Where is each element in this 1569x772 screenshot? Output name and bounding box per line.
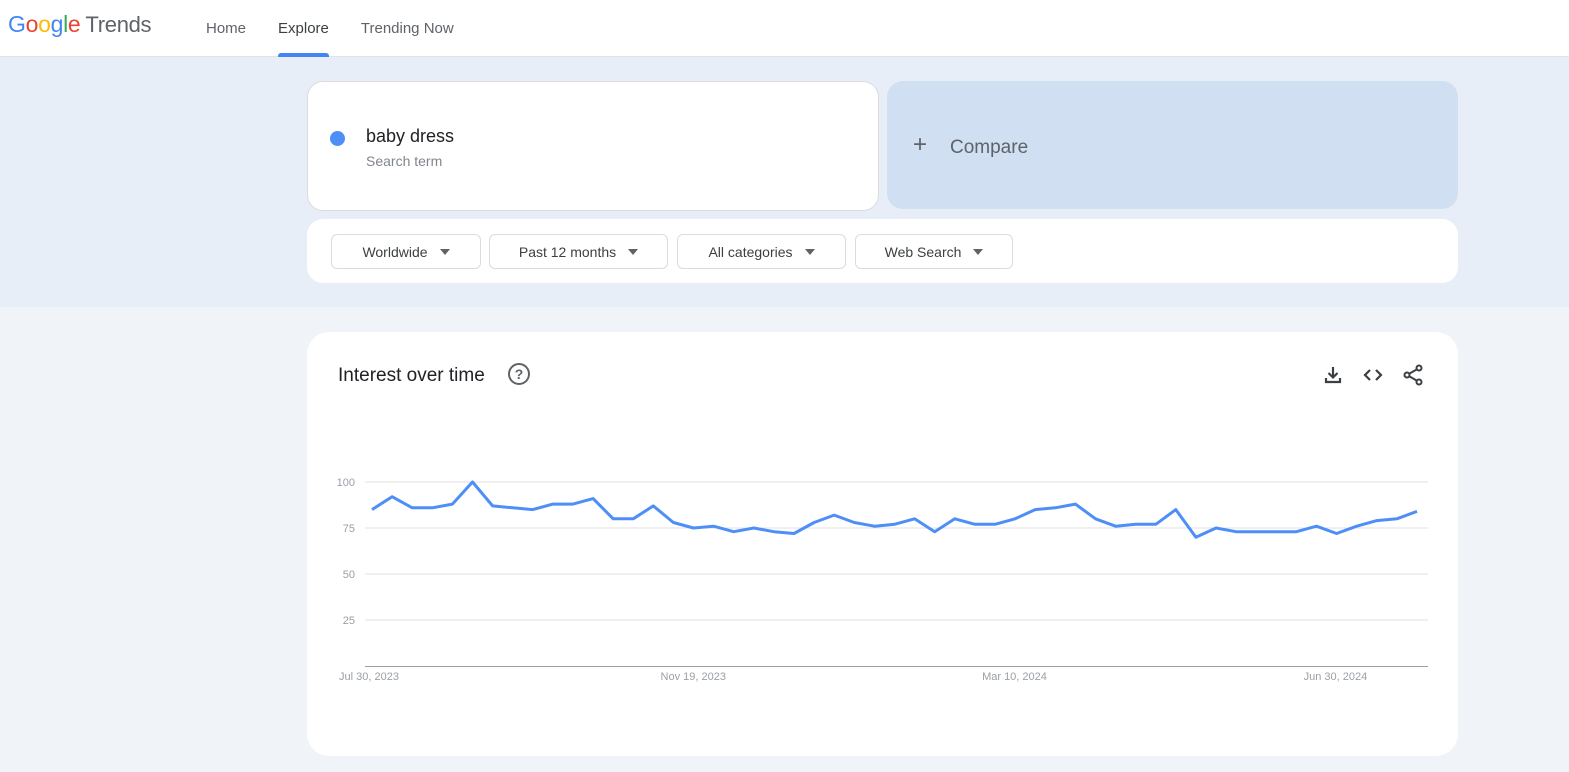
- search-term-value[interactable]: baby dress: [366, 126, 454, 147]
- logo-letter: e: [67, 11, 81, 37]
- data-point[interactable]: [366, 504, 378, 516]
- data-point[interactable]: [1371, 515, 1383, 527]
- data-point[interactable]: [587, 493, 599, 505]
- main-nav: Home Explore Trending Now: [190, 0, 470, 57]
- google-trends-logo[interactable]: Google Trends: [8, 11, 152, 38]
- data-point[interactable]: [1351, 520, 1363, 532]
- y-tick-label: 50: [343, 569, 355, 581]
- filter-bar: Worldwide Past 12 months All categories …: [307, 219, 1458, 283]
- dropdown-arrow-icon: [804, 248, 815, 255]
- y-tick-label: 100: [337, 477, 355, 489]
- data-point[interactable]: [848, 516, 860, 528]
- data-point[interactable]: [748, 522, 760, 534]
- data-point[interactable]: [1411, 505, 1423, 517]
- data-point[interactable]: [688, 522, 700, 534]
- y-tick-label: 25: [343, 615, 355, 627]
- logo-letter: o: [25, 11, 39, 37]
- data-point[interactable]: [708, 520, 720, 532]
- term-color-dot: [330, 131, 345, 146]
- data-point[interactable]: [1029, 504, 1041, 516]
- x-tick-label: Mar 10, 2024: [982, 671, 1047, 683]
- data-point[interactable]: [969, 518, 981, 530]
- data-point[interactable]: [808, 516, 820, 528]
- filter-location-label: Worldwide: [362, 243, 428, 260]
- interest-over-time-card: Interest over time ? 25 50 75 100 Jul 30, 2…: [307, 332, 1458, 756]
- filter-time-range[interactable]: Past 12 months: [489, 234, 668, 269]
- filter-search-type-label: Web Search: [884, 243, 962, 260]
- data-point[interactable]: [1170, 504, 1182, 516]
- filter-search-type[interactable]: Web Search: [855, 234, 1013, 269]
- data-point[interactable]: [728, 526, 740, 538]
- search-term-card[interactable]: baby dress Search term: [307, 81, 879, 211]
- logo-product-name: Trends: [85, 12, 152, 37]
- data-point[interactable]: [768, 526, 780, 538]
- data-point[interactable]: [1331, 528, 1343, 540]
- logo-letter: o: [38, 11, 51, 37]
- data-point[interactable]: [1250, 526, 1262, 538]
- data-point[interactable]: [949, 513, 961, 525]
- data-point[interactable]: [627, 513, 639, 525]
- data-point[interactable]: [647, 500, 659, 512]
- data-point[interactable]: [1110, 520, 1122, 532]
- data-point[interactable]: [426, 502, 438, 514]
- data-point[interactable]: [607, 513, 619, 525]
- x-tick-label: Jun 30, 2024: [1304, 671, 1368, 683]
- data-point[interactable]: [1311, 520, 1323, 532]
- search-term-type: Search term: [366, 153, 443, 169]
- nav-explore[interactable]: Explore: [262, 0, 345, 57]
- interest-line-chart: 25 50 75 100 Jul 30, 2023 Nov 19, 2023 Mar 10…: [337, 476, 1428, 683]
- data-point[interactable]: [406, 502, 418, 514]
- x-tick-label: Nov 19, 2023: [661, 671, 726, 683]
- data-point[interactable]: [507, 502, 519, 514]
- data-point[interactable]: [386, 491, 398, 503]
- data-point[interactable]: [1009, 513, 1021, 525]
- compare-label: Compare: [950, 137, 1029, 158]
- data-point[interactable]: [788, 528, 800, 540]
- y-tick-label: 75: [343, 523, 355, 535]
- data-point[interactable]: [1190, 531, 1202, 543]
- data-point[interactable]: [446, 498, 458, 510]
- data-point[interactable]: [1049, 502, 1061, 514]
- data-point[interactable]: [1270, 526, 1282, 538]
- data-point[interactable]: [828, 509, 840, 521]
- data-point[interactable]: [466, 476, 478, 488]
- data-point[interactable]: [909, 513, 921, 525]
- top-bar: Google Trends Home Explore Trending Now: [0, 0, 1569, 57]
- plus-icon: +: [913, 131, 928, 158]
- data-point[interactable]: [567, 498, 579, 510]
- dropdown-arrow-icon: [628, 248, 639, 255]
- data-point[interactable]: [889, 518, 901, 530]
- data-point[interactable]: [1069, 498, 1081, 510]
- data-point[interactable]: [989, 518, 1001, 530]
- data-point[interactable]: [1230, 526, 1242, 538]
- data-point[interactable]: [667, 516, 679, 528]
- data-point[interactable]: [1290, 526, 1302, 538]
- data-point[interactable]: [487, 500, 499, 512]
- filter-location[interactable]: Worldwide: [331, 234, 481, 269]
- data-point[interactable]: [1130, 518, 1142, 530]
- logo-letter: g: [50, 11, 64, 37]
- compare-button[interactable]: + Compare: [887, 81, 1458, 209]
- data-point[interactable]: [868, 520, 880, 532]
- nav-trending-now[interactable]: Trending Now: [345, 0, 470, 57]
- data-point[interactable]: [1210, 522, 1222, 534]
- logo-letter: G: [8, 11, 26, 37]
- data-point[interactable]: [1150, 518, 1162, 530]
- data-point[interactable]: [1089, 513, 1101, 525]
- data-point[interactable]: [929, 526, 941, 538]
- data-point[interactable]: [527, 504, 539, 516]
- filter-category-label: All categories: [708, 243, 793, 260]
- data-point[interactable]: [547, 498, 559, 510]
- filter-time-range-label: Past 12 months: [518, 243, 617, 260]
- x-tick-label: Jul 30, 2023: [339, 671, 399, 683]
- dropdown-arrow-icon: [439, 248, 450, 255]
- data-point[interactable]: [1391, 513, 1403, 525]
- filter-category[interactable]: All categories: [677, 234, 846, 269]
- dropdown-arrow-icon: [973, 248, 984, 255]
- nav-home[interactable]: Home: [190, 0, 262, 57]
